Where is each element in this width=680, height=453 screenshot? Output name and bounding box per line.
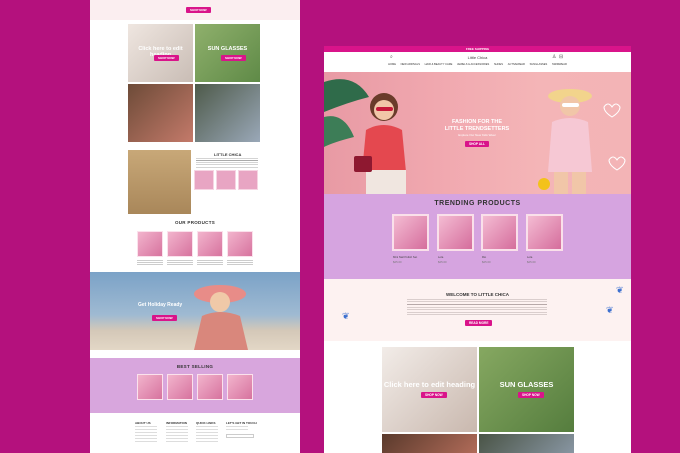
trending-title: TRENDING PRODUCTS	[434, 200, 521, 207]
nav-item[interactable]: HAIR & BEAUTY CARE	[425, 63, 453, 66]
top-banner: SHOP NOW	[90, 0, 300, 20]
holiday-button[interactable]: SHOP NOW	[152, 315, 177, 321]
product-card[interactable]	[137, 374, 163, 400]
about-title: LITTLE CHICA	[214, 152, 242, 157]
tile-baby[interactable]: Click here to edit heading SHOP NOW	[128, 24, 193, 82]
girl-hat-illustration	[194, 285, 248, 350]
tile-baby[interactable]: Click here to edit heading SHOP NOW	[382, 347, 477, 432]
banner-text	[140, 2, 141, 6]
product-price: $25.00	[393, 260, 402, 264]
nav-item[interactable]: SUNGLASSES	[530, 63, 548, 66]
right-page-preview: FREE SHIPPING ⌕ Little Chica ♙ ⊟ HOME NE…	[324, 46, 631, 453]
our-products-title: OUR PRODUCTS	[174, 220, 216, 225]
best-selling-title: BEST SELLING	[176, 364, 214, 369]
tile-girl-pink[interactable]	[128, 84, 193, 142]
footer-col-title: QUICK LINKS	[196, 421, 216, 425]
footer-lines	[196, 426, 218, 444]
tile-caption: Click here to edit heading	[383, 380, 476, 389]
trending-section: TRENDING PRODUCTS Mini Nail Polish Set L…	[324, 194, 631, 279]
top-shop-button[interactable]: SHOP NOW	[186, 7, 211, 13]
footer: ABOUT US INFORMATION QUICK LINKS LET'S G…	[90, 418, 300, 453]
product-name[interactable]: Rio	[482, 255, 486, 259]
shop-all-button[interactable]: SHOP ALL	[465, 141, 489, 147]
newsletter-input[interactable]	[226, 434, 254, 438]
nav-item[interactable]: JEWELS & ACCESSORIES	[457, 63, 489, 66]
nav-item[interactable]: ACTIVEWEAR	[508, 63, 525, 66]
product-card[interactable]	[481, 214, 518, 251]
product-card[interactable]	[197, 374, 223, 400]
product-card[interactable]	[437, 214, 474, 251]
product-price: $25.00	[527, 260, 536, 264]
tile-sunglasses[interactable]: SUN GLASSES SHOP NOW	[479, 347, 574, 432]
product-name[interactable]: Mini Nail Polish Set	[393, 255, 417, 259]
product-price: $25.00	[438, 260, 447, 264]
holiday-title: Get Holiday Ready	[138, 302, 183, 308]
product-card[interactable]	[227, 231, 253, 257]
welcome-title: WELCOME TO LITTLE CHICA	[446, 292, 509, 297]
butterfly-icon: ❦	[342, 311, 350, 321]
tile-caption: SUN GLASSES	[499, 380, 554, 389]
mini-product[interactable]	[216, 170, 236, 190]
hero-banner: FASHION FOR THE LITTLE TRENDSETTERS Expl…	[324, 72, 631, 194]
mini-product[interactable]	[238, 170, 258, 190]
product-label	[137, 260, 163, 265]
tile-button[interactable]: SHOP NOW	[154, 55, 179, 61]
read-more-button[interactable]: READ MORE	[465, 320, 493, 326]
welcome-text-lines	[407, 299, 547, 315]
product-card[interactable]	[526, 214, 563, 251]
tile-button[interactable]: SHOP NOW	[518, 392, 544, 398]
about-section: LITTLE CHICA	[128, 150, 261, 214]
tile-button[interactable]: SHOP NOW	[221, 55, 246, 61]
nav-item[interactable]: SHOES	[494, 63, 503, 66]
tile-button[interactable]: SHOP NOW	[421, 392, 447, 398]
nav-item[interactable]: NEW ARRIVALS	[401, 63, 420, 66]
holiday-banner: Get Holiday Ready SHOP NOW	[90, 272, 300, 350]
store-logo[interactable]: Little Chica	[324, 55, 631, 60]
product-label	[167, 260, 193, 265]
tile-caption: SUN GLASSES	[207, 46, 248, 52]
product-card[interactable]	[197, 231, 223, 257]
product-label	[197, 260, 223, 265]
welcome-section: ❦ ❦ ❦ WELCOME TO LITTLE CHICA READ MORE	[324, 279, 631, 341]
holiday-subtitle	[146, 309, 147, 313]
hero-subtitle: Explore Our New Kids Wear	[458, 133, 496, 137]
nav-item[interactable]: SWIMWEAR	[552, 63, 567, 66]
nav-item[interactable]: HOME	[388, 63, 396, 66]
product-label	[227, 260, 253, 265]
butterfly-icon: ❦	[606, 305, 614, 315]
product-name[interactable]: Lola	[438, 255, 443, 259]
tile-girl-pink[interactable]	[382, 434, 477, 453]
main-nav: HOME NEW ARRIVALS HAIR & BEAUTY CARE JEW…	[324, 63, 631, 69]
footer-col-title: LET'S GET IN TOUCH	[226, 421, 257, 425]
product-card[interactable]	[392, 214, 429, 251]
product-name[interactable]: Lola	[527, 255, 532, 259]
product-card[interactable]	[167, 374, 193, 400]
footer-lines	[226, 426, 248, 432]
jar-image	[128, 150, 191, 214]
tile-girls-dance[interactable]	[479, 434, 574, 453]
product-card[interactable]	[167, 231, 193, 257]
header: ⌕ Little Chica ♙ ⊟	[324, 52, 631, 63]
account-icon[interactable]: ♙	[552, 54, 556, 60]
mini-product[interactable]	[194, 170, 214, 190]
tile-girls-dance[interactable]	[195, 84, 260, 142]
about-text-lines	[196, 158, 258, 168]
product-card[interactable]	[227, 374, 253, 400]
left-page-preview: SHOP NOW Click here to edit heading SHOP…	[90, 0, 300, 453]
footer-col-title: ABOUT US	[135, 421, 151, 425]
footer-lines	[135, 426, 157, 444]
footer-col-title: INFORMATION	[166, 421, 187, 425]
footer-lines	[166, 426, 188, 444]
cart-icon[interactable]: ⊟	[559, 54, 563, 60]
product-price: $25.00	[482, 260, 491, 264]
best-selling-section: BEST SELLING	[90, 358, 300, 413]
product-card[interactable]	[137, 231, 163, 257]
hero-title: FASHION FOR THE LITTLE TRENDSETTERS	[444, 119, 510, 132]
tile-sunglasses[interactable]: SUN GLASSES SHOP NOW	[195, 24, 260, 82]
